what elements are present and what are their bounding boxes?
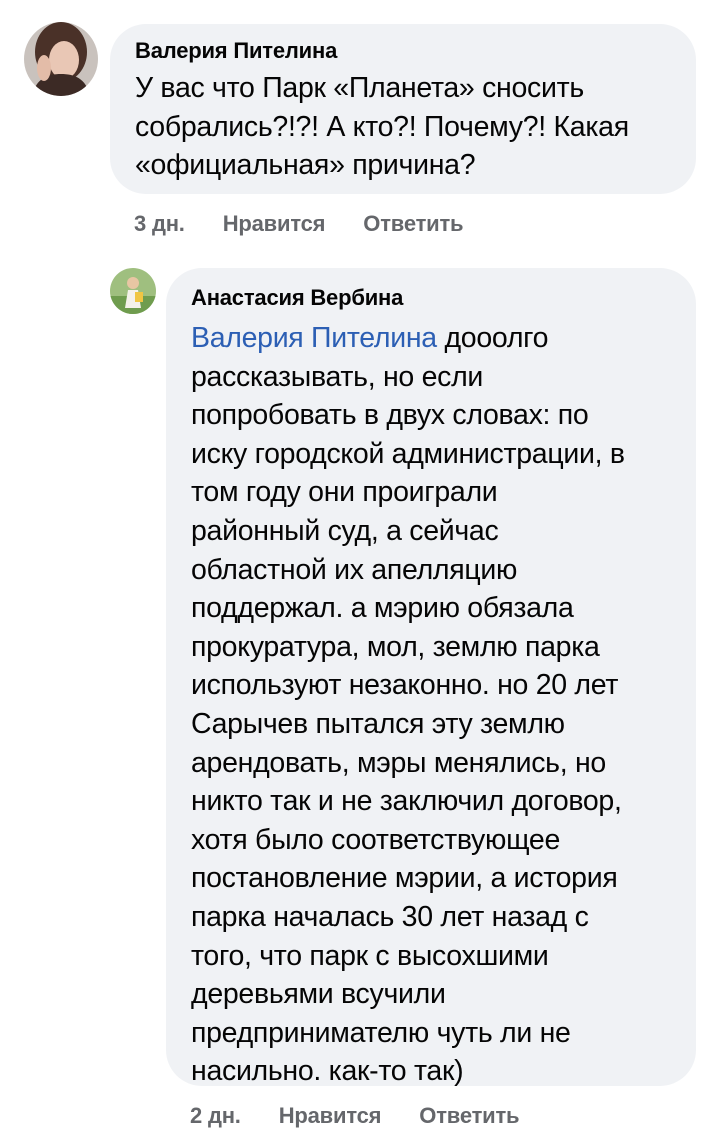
mention-link[interactable]: Валерия Пителина — [191, 322, 437, 354]
comment-timestamp[interactable]: 3 дн. — [134, 211, 185, 237]
comment-bubble: Валерия Пителина У вас что Парк «Планета… — [110, 24, 696, 194]
avatar[interactable] — [24, 22, 98, 96]
reply-button[interactable]: Ответить — [363, 211, 463, 237]
comment-body: дооолго рассказывать, но если попробоват… — [191, 322, 625, 1088]
comment-actions: 2 дн. Нравится Ответить — [190, 1103, 557, 1129]
comment-text: У вас что Парк «Планета» сносить собрали… — [135, 72, 629, 182]
like-button[interactable]: Нравится — [223, 211, 326, 237]
reply-button[interactable]: Ответить — [419, 1103, 519, 1129]
reply-bubble: Анастасия Вербина Валерия Пителина дооол… — [166, 268, 696, 1087]
comment-author[interactable]: Валерия Пителина — [135, 38, 696, 64]
like-button[interactable]: Нравится — [279, 1103, 382, 1129]
comment-actions: 3 дн. Нравится Ответить — [134, 211, 501, 237]
avatar[interactable] — [110, 268, 156, 314]
comment-author[interactable]: Анастасия Вербина — [191, 285, 696, 311]
comment-text: Валерия Пителина дооолго рассказывать, н… — [191, 319, 696, 1091]
user-photo-icon — [24, 22, 98, 96]
comment-timestamp[interactable]: 2 дн. — [190, 1103, 241, 1129]
user-photo-icon — [110, 268, 156, 314]
